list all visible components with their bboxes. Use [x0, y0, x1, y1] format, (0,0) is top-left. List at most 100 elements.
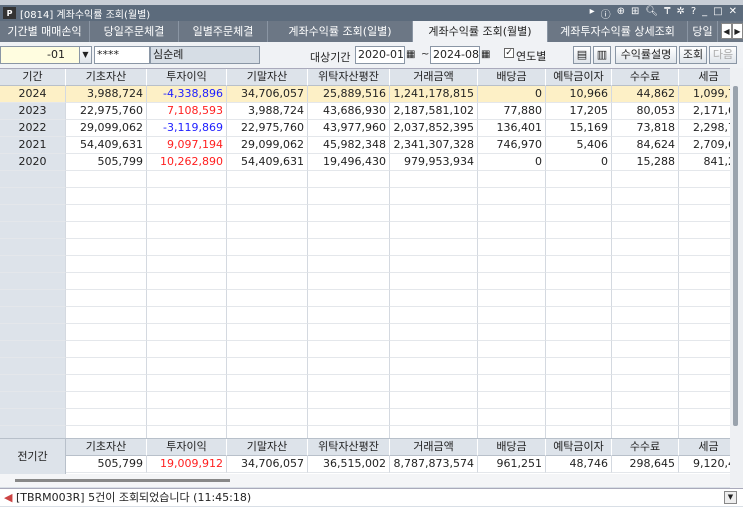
empty-row[interactable]	[0, 375, 730, 392]
start-date-input[interactable]: 2020-01	[355, 46, 405, 64]
cell-period	[0, 307, 66, 324]
empty-row[interactable]	[0, 341, 730, 358]
header-begin-asset[interactable]: 기초자산	[66, 69, 147, 86]
cell-tax	[679, 171, 730, 188]
cell-interest	[546, 171, 612, 188]
cell-trade-amount	[390, 426, 478, 438]
cell-end-asset	[227, 290, 308, 307]
empty-row[interactable]	[0, 239, 730, 256]
cell-interest	[546, 324, 612, 341]
empty-row[interactable]	[0, 222, 730, 239]
cell-tax: 2,171,6	[679, 103, 730, 120]
vertical-scrollbar[interactable]	[730, 68, 743, 488]
cell-interest	[546, 290, 612, 307]
info-icon[interactable]: ⓘ	[601, 6, 611, 21]
cell-interest	[546, 273, 612, 290]
cell-profit	[147, 341, 227, 358]
header-trade-amount[interactable]: 거래금액	[390, 69, 478, 86]
cell-begin-asset	[66, 341, 147, 358]
cell-profit	[147, 324, 227, 341]
cell-trade-amount	[390, 375, 478, 392]
yearly-checkbox[interactable]: ✓	[504, 48, 514, 58]
start-calendar-icon[interactable]: ▦	[406, 49, 415, 60]
table-row[interactable]: 2020 505,799 10,262,890 54,409,631 19,496,43…	[0, 154, 730, 171]
tab-next-icon[interactable]: ▶	[732, 23, 743, 39]
cell-fee: 15,288	[612, 154, 679, 171]
cell-avg-balance	[308, 256, 390, 273]
tab-today-orders[interactable]: 당일주문체결	[90, 21, 179, 42]
empty-row[interactable]	[0, 426, 730, 438]
cell-avg-balance	[308, 375, 390, 392]
tab-period-pnl[interactable]: 기간별 매매손익	[0, 21, 90, 42]
empty-row[interactable]	[0, 409, 730, 426]
table-row[interactable]: 2021 54,409,631 9,097,194 29,099,062 45,982,…	[0, 137, 730, 154]
total-fee: 298,645	[612, 456, 679, 473]
tab-daily-orders[interactable]: 일별주문체결	[179, 21, 268, 42]
help-icon[interactable]: ?	[691, 6, 696, 21]
horizontal-scroll-thumb[interactable]	[15, 479, 230, 482]
close-icon[interactable]: ✕	[729, 6, 737, 21]
end-date-input[interactable]: 2024-08	[430, 46, 480, 64]
zoom-in-icon[interactable]: ⊕	[617, 6, 625, 21]
arrow-icon[interactable]: ▸	[590, 6, 595, 21]
empty-row[interactable]	[0, 290, 730, 307]
empty-row[interactable]	[0, 392, 730, 409]
empty-row[interactable]	[0, 256, 730, 273]
next-button[interactable]: 다음	[709, 46, 737, 64]
tab-prev-icon[interactable]: ◀	[721, 23, 732, 39]
pin-icon[interactable]: ₸	[664, 6, 670, 21]
cell-fee	[612, 188, 679, 205]
tab-return-monthly[interactable]: 계좌수익률 조회(월별)	[413, 21, 548, 42]
vertical-scroll-thumb[interactable]	[733, 86, 738, 426]
cell-fee	[612, 205, 679, 222]
password-input[interactable]: ****	[94, 46, 150, 64]
end-calendar-icon[interactable]: ▦	[481, 49, 490, 60]
cell-begin-asset	[66, 358, 147, 375]
empty-row[interactable]	[0, 358, 730, 375]
cell-trade-amount: 1,241,178,815	[390, 86, 478, 103]
cell-fee	[612, 358, 679, 375]
status-dropdown-icon[interactable]: ▼	[724, 491, 737, 504]
cell-avg-balance	[308, 341, 390, 358]
table-row[interactable]: 2023 22,975,760 7,108,593 3,988,724 43,686,9…	[0, 103, 730, 120]
tab-today[interactable]: 당일	[688, 21, 718, 42]
table-row[interactable]: 2022 29,099,062 -3,119,869 22,975,760 43,977…	[0, 120, 730, 137]
settings-icon[interactable]: ✲	[676, 6, 684, 21]
cell-avg-balance	[308, 188, 390, 205]
header-interest[interactable]: 예탁금이자	[546, 69, 612, 86]
header-tax[interactable]: 세금	[679, 69, 730, 86]
header-end-asset[interactable]: 기말자산	[227, 69, 308, 86]
empty-row[interactable]	[0, 307, 730, 324]
horizontal-scrollbar[interactable]	[0, 474, 730, 487]
cell-interest: 5,406	[546, 137, 612, 154]
maximize-icon[interactable]: □	[713, 6, 722, 21]
account-input[interactable]: -01	[0, 46, 80, 64]
tab-return-detail[interactable]: 계좌투자수익률 상세조회	[548, 21, 688, 42]
header-dividend[interactable]: 배당금	[478, 69, 546, 86]
explain-button[interactable]: 수익률설명	[615, 46, 677, 64]
account-dropdown-icon[interactable]: ▼	[79, 46, 92, 64]
cell-tax	[679, 392, 730, 409]
table-row[interactable]: 2024 3,988,724 -4,338,896 34,706,057 25,889,…	[0, 86, 730, 103]
header-profit[interactable]: 투자이익	[147, 69, 227, 86]
empty-row[interactable]	[0, 205, 730, 222]
minimize-icon[interactable]: _	[702, 6, 707, 21]
tab-return-daily[interactable]: 계좌수익률 조회(일별)	[268, 21, 413, 42]
cell-end-asset	[227, 239, 308, 256]
header-fee[interactable]: 수수료	[612, 69, 679, 86]
empty-row[interactable]	[0, 324, 730, 341]
window-icon[interactable]: ⊞	[631, 6, 639, 21]
cell-tax	[679, 426, 730, 438]
empty-row[interactable]	[0, 273, 730, 290]
query-button[interactable]: 조회	[679, 46, 707, 64]
chart-view-icon[interactable]: ▥	[593, 46, 611, 64]
account-name: 심순례	[150, 46, 260, 64]
header-avg-balance[interactable]: 위탁자산평잔	[308, 69, 390, 86]
grid-view-icon[interactable]: ▤	[573, 46, 591, 64]
empty-row[interactable]	[0, 171, 730, 188]
header-period[interactable]: 기간	[0, 69, 66, 86]
total-end-asset: 34,706,057	[227, 456, 308, 473]
cell-fee	[612, 307, 679, 324]
empty-row[interactable]	[0, 188, 730, 205]
zoom-icon[interactable]: 🔍︎	[645, 6, 658, 21]
